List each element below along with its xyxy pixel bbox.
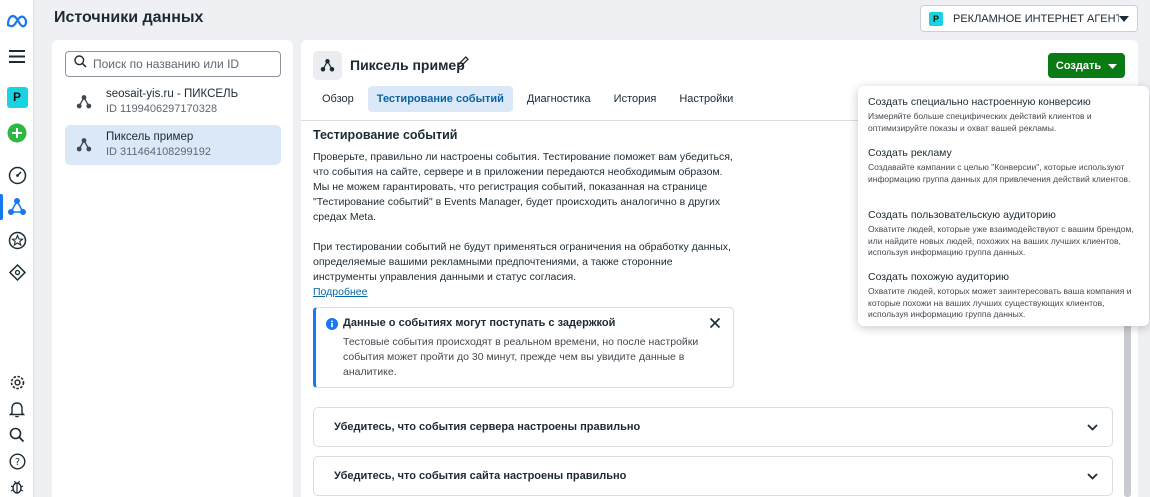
chevron-down-icon [1108, 60, 1118, 72]
bell-icon[interactable] [5, 397, 29, 421]
menu-item-title: Создать рекламу [868, 147, 952, 159]
accordion-label: Убедитесь, что события сайта настроены п… [334, 470, 627, 482]
close-icon[interactable] [709, 316, 721, 334]
chevron-down-icon [1119, 13, 1129, 25]
test-events-content: Тестирование событий Проверьте, правильн… [313, 128, 733, 299]
add-icon[interactable] [5, 121, 29, 145]
notice-title: Данные о событиях могут поступать с заде… [343, 317, 616, 329]
search-icon [74, 55, 87, 73]
search-box[interactable] [65, 51, 281, 77]
delay-notice: Данные о событиях могут поступать с заде… [313, 307, 734, 388]
left-rail: P ? [0, 0, 34, 497]
account-avatar[interactable]: P [5, 85, 29, 109]
pixel-icon [313, 51, 342, 80]
menu-icon[interactable] [5, 44, 29, 68]
events-manager-icon[interactable] [5, 195, 29, 219]
notice-body: Тестовые события происходят в реальном в… [343, 336, 699, 378]
source-name: seosait-yis.ru - ПИКСЕЛЬ [106, 88, 239, 100]
menu-item-desc: Охватите людей, которые уже взаимодейств… [868, 224, 1134, 257]
accordion-label: Убедитесь, что события сервера настроены… [334, 421, 641, 433]
help-icon[interactable]: ? [5, 449, 29, 473]
section-title: Тестирование событий [313, 128, 458, 142]
source-id: ID 311464108299192 [106, 146, 212, 158]
rail-active-indicator [0, 194, 3, 220]
source-id: ID 1199406297170328 [106, 103, 218, 115]
tab-overview[interactable]: Обзор [313, 86, 363, 112]
tab-test-events[interactable]: Тестирование событий [367, 86, 513, 112]
meta-logo-icon[interactable] [5, 9, 29, 33]
create-dropdown-menu: Создать специально настроенную конверсию… [858, 86, 1149, 326]
create-button-label: Создать [1055, 59, 1102, 72]
accordion-server-events[interactable]: Убедитесь, что события сервера настроены… [313, 407, 1113, 447]
dashboard-icon[interactable] [5, 163, 29, 187]
pixel-icon [73, 134, 95, 156]
source-name: Пиксель пример [106, 131, 194, 143]
menu-item-desc: Создавайте кампании с целью "Конверсии",… [868, 162, 1131, 184]
menu-item-lookalike-audience[interactable]: Создать похожую аудиторию Охватите людей… [868, 270, 1144, 321]
star-icon[interactable] [5, 228, 29, 252]
pencil-icon[interactable] [456, 55, 470, 74]
learn-more-link[interactable]: Подробнее [313, 285, 733, 299]
source-item[interactable]: seosait-yis.ru - ПИКСЕЛЬ ID 119940629717… [65, 82, 281, 122]
bug-icon[interactable] [5, 474, 29, 497]
pixel-title: Пиксель пример [350, 57, 465, 73]
info-icon [326, 317, 338, 335]
menu-item-title: Создать пользовательскую аудиторию [868, 209, 1056, 221]
chevron-down-icon [1087, 422, 1098, 434]
menu-item-desc: Охватите людей, которых может заинтересо… [868, 286, 1132, 319]
create-button[interactable]: Создать [1048, 53, 1125, 78]
tab-history[interactable]: История [605, 86, 666, 112]
source-item-selected[interactable]: Пиксель пример ID 311464108299192 [65, 125, 281, 165]
scrollbar[interactable] [1124, 322, 1131, 497]
tab-settings[interactable]: Настройки [670, 86, 742, 112]
privacy-paragraph: При тестировании событий не будут примен… [313, 241, 731, 283]
data-sources-panel: seosait-yis.ru - ПИКСЕЛЬ ID 119940629717… [52, 40, 293, 497]
menu-item-custom-conversion[interactable]: Создать специально настроенную конверсию… [868, 95, 1144, 134]
pixel-icon [73, 91, 95, 113]
tab-bar: Обзор Тестирование событий Диагностика И… [313, 86, 747, 112]
svg-text:?: ? [14, 457, 19, 468]
settings-icon[interactable] [5, 370, 29, 394]
ad-account-selector[interactable]: P РЕКЛАМНОЕ ИНТЕРНЕТ АГЕНТ... [920, 5, 1138, 32]
search-input[interactable] [93, 57, 273, 71]
account-badge: P [929, 11, 943, 26]
tag-icon[interactable] [5, 260, 29, 284]
page-title: Источники данных [54, 9, 204, 26]
menu-item-title: Создать похожую аудиторию [868, 271, 1009, 283]
accordion-website-events[interactable]: Убедитесь, что события сайта настроены п… [313, 456, 1113, 496]
intro-paragraph: Проверьте, правильно ли настроены событи… [313, 151, 733, 223]
account-name: РЕКЛАМНОЕ ИНТЕРНЕТ АГЕНТ... [953, 12, 1119, 25]
menu-item-create-ad[interactable]: Создать рекламу Создавайте кампании с це… [868, 146, 1144, 185]
menu-item-title: Создать специально настроенную конверсию [868, 96, 1091, 108]
chevron-down-icon [1087, 471, 1098, 483]
search-icon[interactable] [5, 423, 29, 447]
menu-item-custom-audience[interactable]: Создать пользовательскую аудиторию Охват… [868, 208, 1144, 259]
tab-diagnostics[interactable]: Диагностика [518, 86, 600, 112]
menu-item-desc: Измеряйте больше специфических действий … [868, 111, 1092, 133]
